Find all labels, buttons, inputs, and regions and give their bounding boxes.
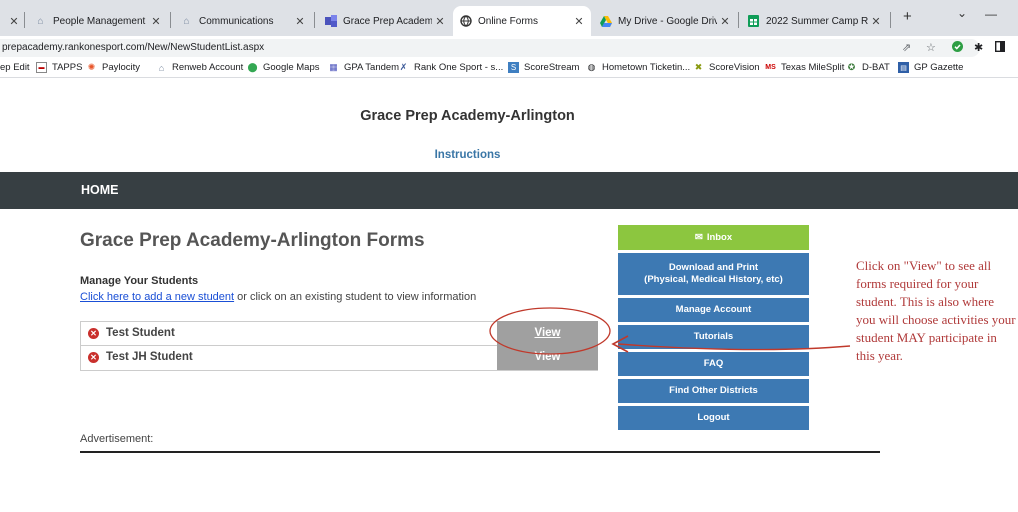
tab-separator <box>890 12 891 28</box>
teams-icon <box>324 15 337 28</box>
extensions-puzzle-icon[interactable]: ✱ <box>974 41 983 54</box>
globe-icon: ◍ <box>587 62 596 72</box>
forms-heading: Grace Prep Academy-Arlington Forms <box>80 230 425 251</box>
tab-grace-prep-calendar[interactable]: Grace Prep Academy Cale ✕ <box>318 6 452 36</box>
graduation-cap-icon: ⌂ <box>158 62 165 73</box>
student-name: Test JH Student <box>106 351 193 363</box>
close-icon[interactable]: ✕ <box>6 15 22 28</box>
tab-separator <box>24 12 25 28</box>
bookmark-gpa-tandem[interactable]: ▦ GPA Tandem <box>328 62 399 73</box>
rank-one-icon: ✗ <box>399 62 408 72</box>
new-tab-button[interactable]: + <box>903 8 912 25</box>
extension-check-icon[interactable] <box>952 41 963 55</box>
tab-search-chevron-icon[interactable]: ⌄ <box>957 6 967 20</box>
view-student-button[interactable]: View <box>497 321 598 346</box>
bookmark-paylocity[interactable]: ✺ Paylocity <box>86 62 140 73</box>
d-bat-icon: ✪ <box>847 62 856 72</box>
minimize-button[interactable]: — <box>985 7 997 21</box>
tab-separator <box>314 12 315 28</box>
nav-home-link[interactable]: HOME <box>81 183 119 197</box>
find-other-districts-button[interactable]: Find Other Districts <box>618 379 809 403</box>
manage-students-text: or click on an existing student to view … <box>234 291 477 303</box>
gazette-icon: ▤ <box>898 62 909 73</box>
tab-online-forms[interactable]: Online Forms ✕ <box>453 6 591 36</box>
bookmark-d-bat[interactable]: ✪ D-BAT <box>846 62 890 73</box>
advertisement-label: Advertisement: <box>80 433 154 445</box>
tapps-icon: ▬ <box>36 62 47 73</box>
bookmark-prep-edit[interactable]: ep Edit <box>0 62 30 73</box>
student-name: Test Student <box>106 327 175 339</box>
close-icon[interactable]: ✕ <box>868 15 884 28</box>
bookmark-scorestream[interactable]: S ScoreStream <box>508 62 579 73</box>
close-icon[interactable]: ✕ <box>571 15 587 28</box>
envelope-icon: ✉ <box>694 231 703 243</box>
graduation-cap-icon: ⌂ <box>37 15 44 27</box>
add-student-link[interactable]: Click here to add a new student <box>80 291 234 303</box>
tab-separator <box>170 12 171 28</box>
manage-students-instructions: Click here to add a new student or click… <box>80 291 476 303</box>
close-icon[interactable]: ✕ <box>432 15 448 28</box>
scorevision-icon: ✖ <box>694 62 703 72</box>
student-row[interactable]: ✕ Test JH Student View <box>80 345 598 371</box>
close-icon[interactable]: ✕ <box>148 15 164 28</box>
manage-students-heading: Manage Your Students <box>80 275 199 287</box>
bookmark-hometown-ticketing[interactable]: ◍ Hometown Ticketin... <box>586 62 691 73</box>
paylocity-icon: ✺ <box>87 62 96 72</box>
bookmark-rank-one-sport[interactable]: ✗ Rank One Sport - s... <box>398 62 504 73</box>
instructions-link[interactable]: Instructions <box>0 149 935 161</box>
tab-google-drive[interactable]: My Drive - Google Drive ✕ <box>593 6 737 36</box>
remove-student-icon[interactable]: ✕ <box>88 328 99 339</box>
bookmarks-bar: ep Edit ▬ TAPPS ✺ Paylocity ⌂ Renweb Accoun… <box>0 58 1018 78</box>
inbox-button[interactable]: ✉ Inbox <box>618 225 809 250</box>
manage-account-button[interactable]: Manage Account <box>618 298 809 322</box>
bookmark-star-icon[interactable]: ☆ <box>926 41 936 54</box>
side-panel-icon[interactable] <box>994 40 1006 55</box>
download-print-button[interactable]: Download and Print (Physical, Medical Hi… <box>618 253 809 295</box>
scorestream-icon: S <box>508 62 519 73</box>
bookmark-scorevision[interactable]: ✖ ScoreVision <box>693 62 760 73</box>
sheets-icon <box>747 15 760 28</box>
student-row[interactable]: ✕ Test Student View <box>80 321 598 346</box>
browser-tab-strip: ✕ ⌂ People Management ✕ ⌂ Communications… <box>0 0 1018 36</box>
browser-toolbar: prepacademy.rankonesport.com/New/NewStud… <box>0 36 1018 58</box>
tab-separator <box>738 12 739 28</box>
advertisement-divider <box>80 451 880 453</box>
google-drive-icon <box>599 15 612 28</box>
remove-student-icon[interactable]: ✕ <box>88 352 99 363</box>
map-pin-icon: ⬤ <box>247 62 258 72</box>
student-list: ✕ Test Student View ✕ Test JH Student Vi… <box>80 321 598 371</box>
tab-summer-camp[interactable]: 2022 Summer Camp Regi ✕ <box>741 6 888 36</box>
globe-icon <box>459 15 472 28</box>
bookmark-gp-gazette[interactable]: ▤ GP Gazette <box>898 62 963 73</box>
faq-button[interactable]: FAQ <box>618 352 809 376</box>
bookmark-tapps[interactable]: ▬ TAPPS <box>36 62 82 73</box>
tab-communications[interactable]: ⌂ Communications ✕ <box>174 6 312 36</box>
share-icon[interactable]: ⇗ <box>902 41 911 54</box>
graduation-cap-icon: ⌂ <box>183 15 190 27</box>
close-icon[interactable]: ✕ <box>292 15 308 28</box>
bookmark-google-maps[interactable]: ⬤ Google Maps <box>247 62 319 73</box>
address-bar[interactable]: prepacademy.rankonesport.com/New/NewStud… <box>0 39 980 57</box>
side-menu: ✉ Inbox Download and Print (Physical, Me… <box>618 225 809 433</box>
view-student-button[interactable]: View <box>497 345 598 370</box>
milesplit-icon: MS <box>765 64 776 71</box>
browser-tab-partial[interactable]: ✕ <box>0 6 22 36</box>
annotation-note: Click on "View" to see all forms require… <box>856 258 1016 363</box>
teams-icon: ▦ <box>329 62 338 72</box>
bookmark-renweb[interactable]: ⌂ Renweb Account <box>156 62 244 73</box>
logout-button[interactable]: Logout <box>618 406 809 430</box>
bookmark-texas-milesplit[interactable]: MS Texas MileSplit <box>765 62 844 73</box>
site-title: Grace Prep Academy-Arlington <box>360 108 575 124</box>
close-icon[interactable]: ✕ <box>717 15 733 28</box>
main-navbar: HOME <box>0 172 1018 209</box>
tab-people-management[interactable]: ⌂ People Management ✕ <box>28 6 168 36</box>
tutorials-button[interactable]: Tutorials <box>618 325 809 349</box>
